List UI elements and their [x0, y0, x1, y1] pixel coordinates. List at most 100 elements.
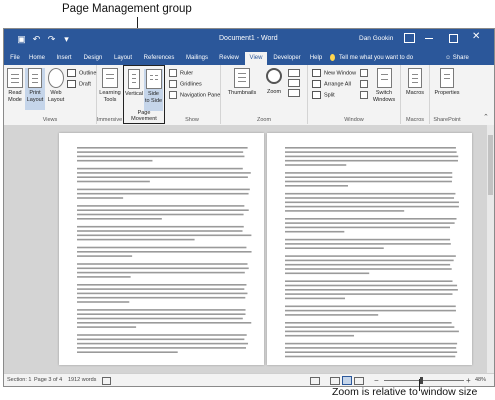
web-layout-view-icon[interactable] — [354, 377, 364, 385]
zoom-preset-icons[interactable] — [288, 69, 302, 97]
document-area[interactable] — [4, 125, 494, 373]
page-right[interactable] — [267, 133, 472, 365]
ribbon-display-icon[interactable] — [404, 33, 415, 43]
tab-developer[interactable]: Developer — [270, 52, 304, 65]
thumbnails-icon — [234, 68, 250, 88]
web-layout-button[interactable]: Web Layout — [46, 68, 66, 104]
print-layout-icon — [28, 68, 42, 88]
web-layout-label-2: Layout — [47, 97, 65, 103]
thumbnails-button[interactable]: Thumbnails — [225, 68, 259, 97]
tab-references[interactable]: References — [140, 52, 178, 65]
callout-zoom-relative: Zoom is relative to window size — [332, 386, 478, 398]
close-icon[interactable]: ✕ — [472, 31, 480, 42]
group-immersive: Learning Tools Immersive — [96, 65, 124, 124]
page-width-icon[interactable] — [288, 89, 300, 97]
tab-layout[interactable]: Layout — [110, 52, 136, 65]
save-icon[interactable]: ▣ — [16, 34, 27, 45]
navigation-pane-check-icon — [169, 91, 177, 99]
page-left[interactable] — [59, 133, 264, 365]
side-by-side-icons[interactable] — [360, 69, 368, 99]
group-sharepoint: Properties SharePoint — [430, 65, 464, 124]
share-icon: ☺ — [445, 55, 453, 61]
read-mode-icon — [7, 68, 23, 88]
draft-icon — [67, 80, 76, 88]
tell-me-search[interactable]: Tell me what you want to do — [339, 53, 413, 64]
side-to-side-icon — [145, 69, 162, 89]
vertical-scrollbar[interactable] — [487, 125, 494, 373]
split-button[interactable]: Split — [312, 91, 335, 100]
status-words[interactable]: 1912 words — [68, 374, 96, 386]
undo-icon[interactable]: ↶ — [31, 34, 42, 45]
redo-icon[interactable]: ↷ — [46, 34, 57, 45]
word-window: ▣ ↶ ↷ ▾ Document1 - Word Dan Gookin ✕ Fi… — [3, 28, 495, 387]
status-bar: Section: 1 Page 3 of 4 1912 words − + 48… — [4, 373, 494, 386]
print-layout-view-icon[interactable] — [342, 376, 352, 385]
focus-mode-icon[interactable] — [310, 377, 320, 385]
switch-windows-button[interactable]: Switch Windows — [370, 68, 398, 104]
tab-file[interactable]: File — [7, 52, 23, 65]
tab-help[interactable]: Help — [307, 52, 325, 65]
tab-mailings[interactable]: Mailings — [182, 52, 212, 65]
switch-windows-icon — [376, 68, 392, 88]
reset-window-position-icon[interactable] — [360, 91, 368, 99]
one-page-icon[interactable] — [288, 69, 300, 77]
tab-insert[interactable]: Insert — [52, 52, 76, 65]
arrange-all-button[interactable]: Arrange All — [312, 80, 351, 89]
multiple-pages-icon[interactable] — [288, 79, 300, 87]
status-page[interactable]: Page 3 of 4 — [34, 374, 62, 386]
print-layout-label-2: Layout — [26, 97, 44, 103]
tab-design[interactable]: Design — [80, 52, 106, 65]
proofing-icon[interactable] — [102, 377, 111, 385]
tab-view[interactable]: View — [245, 52, 267, 65]
learning-tools-icon — [102, 68, 118, 88]
arrange-all-label: Arrange All — [324, 81, 351, 88]
outline-icon — [67, 69, 76, 77]
zoom-slider-thumb[interactable] — [420, 377, 423, 384]
group-window: New Window Arrange All Split Switch Wind… — [308, 65, 401, 124]
maximize-icon[interactable] — [449, 34, 458, 43]
group-page-movement: Vertical Side to Side Page Movement — [123, 65, 165, 124]
outline-button[interactable]: Outline — [67, 69, 96, 78]
new-window-button[interactable]: New Window — [312, 69, 356, 78]
ruler-checkbox[interactable]: Ruler — [169, 69, 193, 78]
zoom-button[interactable]: Zoom — [263, 68, 285, 96]
scrollbar-thumb[interactable] — [488, 135, 493, 195]
zoom-magnifier-icon — [266, 68, 282, 84]
vertical-icon — [128, 69, 140, 89]
group-label-macros: Macros — [405, 117, 425, 123]
user-name[interactable]: Dan Gookin — [359, 35, 393, 42]
view-side-by-side-icon[interactable] — [360, 69, 368, 77]
gridlines-checkbox[interactable]: Gridlines — [169, 80, 202, 89]
read-mode-view-icon[interactable] — [330, 377, 340, 385]
customize-icon[interactable]: ▾ — [61, 34, 72, 45]
minimize-icon[interactable] — [425, 38, 433, 39]
synchronous-scrolling-icon[interactable] — [360, 80, 368, 88]
read-mode-button[interactable]: Read Mode — [6, 68, 24, 104]
split-icon — [312, 91, 321, 99]
zoom-slider-track[interactable] — [384, 380, 464, 381]
macros-button[interactable]: Macros — [403, 68, 427, 97]
draft-button[interactable]: Draft — [67, 80, 91, 89]
switch-windows-label-2: Windows — [372, 97, 396, 103]
ribbon-tabs: File Home Insert Design Layout Reference… — [4, 51, 494, 65]
switch-windows-label-1: Switch — [375, 90, 393, 96]
learning-tools-button[interactable]: Learning Tools — [98, 68, 122, 104]
ruler-label: Ruler — [180, 70, 194, 77]
read-mode-label-1: Read — [8, 90, 22, 96]
gridlines-check-icon — [169, 80, 177, 88]
group-label-immersive: Immersive — [96, 117, 123, 123]
collapse-ribbon-icon[interactable]: ⌃ — [483, 113, 489, 121]
share-button[interactable]: ☺ Share — [445, 53, 469, 64]
navigation-pane-checkbox[interactable]: Navigation Pane — [169, 91, 220, 100]
properties-button[interactable]: Properties — [432, 68, 462, 97]
tab-home[interactable]: Home — [26, 52, 48, 65]
draft-label: Draft — [79, 81, 91, 88]
ruler-check-icon — [169, 69, 177, 77]
side-to-side-label-1: Side — [147, 91, 159, 97]
zoom-label: Zoom — [266, 89, 282, 95]
status-section[interactable]: Section: 1 — [7, 374, 31, 386]
side-to-side-button[interactable]: Side to Side — [144, 69, 163, 111]
tab-review[interactable]: Review — [216, 52, 242, 65]
vertical-button[interactable]: Vertical — [125, 69, 143, 98]
print-layout-button[interactable]: Print Layout — [25, 68, 45, 110]
